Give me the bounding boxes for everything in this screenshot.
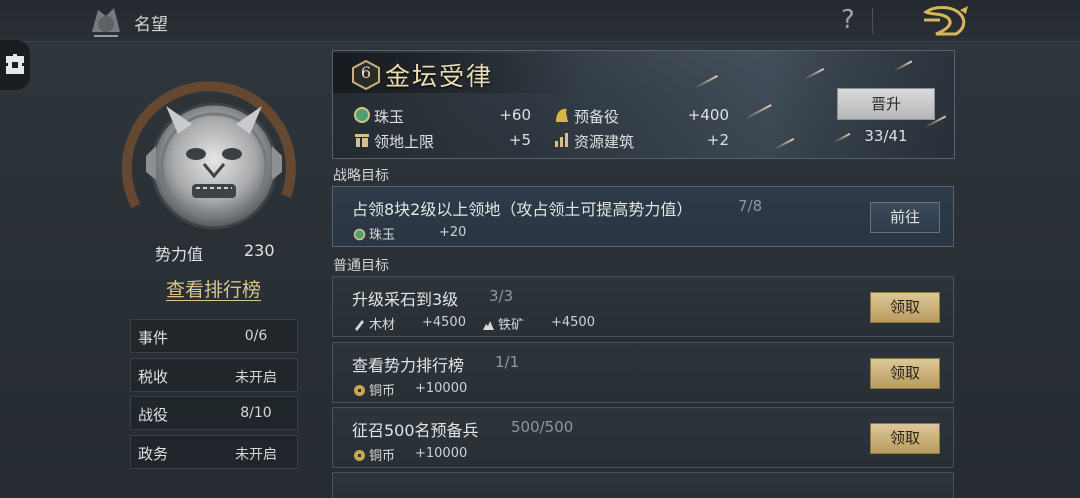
task-card: 升级采石到3级 3/3 木材 +4500 铁矿 +4500 领取 <box>332 276 954 337</box>
help-icon[interactable]: ? <box>841 5 855 35</box>
stat-row-tax: 税收 未开启 <box>130 358 298 392</box>
stat-value: 未开启 <box>235 370 277 386</box>
reward-resource-building-value: +2 <box>706 131 729 149</box>
reward-jade-value: +60 <box>499 106 531 124</box>
copper-coin-icon <box>354 450 365 461</box>
task-title: 查看势力排行榜 <box>352 356 465 375</box>
stat-row-campaign: 战役 8/10 <box>130 396 298 430</box>
promote-button[interactable]: 晋升 <box>837 88 935 120</box>
claim-button[interactable]: 领取 <box>870 423 940 454</box>
claim-button[interactable]: 领取 <box>870 358 940 389</box>
task-progress: 7/8 <box>738 197 763 215</box>
normal-section-label: 普通目标 <box>333 258 389 274</box>
stat-value: 未开启 <box>235 447 277 463</box>
task-card: 查看势力排行榜 1/1 铜币 +10000 领取 <box>332 342 954 403</box>
claim-button[interactable]: 领取 <box>870 292 940 323</box>
copper-coin-icon <box>354 385 365 396</box>
stat-value: 0/6 <box>244 328 268 344</box>
stat-value: 8/10 <box>240 405 272 421</box>
page-title: 名望 <box>134 15 168 35</box>
stat-row-events: 事件 0/6 <box>130 319 298 353</box>
stat-label: 税收 <box>138 368 169 386</box>
task-card: 征召500名预备兵 500/500 铜币 +10000 领取 <box>332 407 954 468</box>
task-reward-value: +10000 <box>415 446 468 461</box>
task-progress: 3/3 <box>489 287 514 305</box>
task-title: 占领8块2级以上领地（攻占领土可提高势力值） <box>352 200 693 219</box>
task-card-partial <box>332 472 954 498</box>
back-dragon-icon[interactable] <box>920 4 972 38</box>
task-progress: 1/1 <box>495 353 520 371</box>
stat-label: 战役 <box>138 406 169 424</box>
rank-level: 6 <box>360 63 372 82</box>
jade-icon <box>353 228 366 241</box>
reward-territory-value: +5 <box>508 131 531 149</box>
rank-title: 金坛受律 <box>385 62 494 91</box>
faction-emblem <box>121 81 296 230</box>
reward-reserve-value: +400 <box>687 106 729 124</box>
divider <box>872 8 873 34</box>
task-reward: 铜币 <box>353 445 395 464</box>
task-reward: 珠玉 <box>353 224 395 243</box>
jade-icon <box>354 107 370 123</box>
promote-progress: 33/41 <box>864 127 908 145</box>
power-label: 势力值 <box>155 245 204 264</box>
iron-ore-icon <box>483 321 494 330</box>
stat-row-affairs: 政务 未开启 <box>130 435 298 469</box>
stat-label: 政务 <box>138 445 169 463</box>
strategic-task-card: 占领8块2级以上领地（攻占领土可提高势力值） 7/8 珠玉 +20 前往 <box>332 186 954 247</box>
reserve-troops-icon <box>556 108 568 122</box>
task-progress: 500/500 <box>511 418 574 436</box>
resource-building-icon <box>555 133 568 147</box>
stat-label: 事件 <box>138 329 169 347</box>
task-reward-value: +4500 <box>551 315 595 330</box>
task-title: 征召500名预备兵 <box>352 421 479 440</box>
task-reward-value: +4500 <box>422 315 466 330</box>
task-title: 升级采石到3级 <box>352 290 459 309</box>
strategic-section-label: 战略目标 <box>333 168 389 184</box>
power-value: 230 <box>244 241 275 260</box>
top-bar: 名望 ? <box>0 0 1080 42</box>
task-reward: 铜币 <box>353 380 395 399</box>
task-reward: 木材 <box>353 314 395 333</box>
task-reward: 铁矿 <box>482 314 524 333</box>
territory-icon <box>355 134 369 147</box>
side-drawer-tab[interactable] <box>0 40 30 90</box>
wood-icon <box>355 320 364 331</box>
task-reward-value: +10000 <box>415 381 468 396</box>
task-reward-value: +20 <box>439 225 467 240</box>
view-ranking-link[interactable]: 查看排行榜 <box>166 275 261 302</box>
puzzle-icon <box>6 54 24 74</box>
fame-emblem-icon <box>92 8 120 37</box>
go-button[interactable]: 前往 <box>870 202 940 233</box>
